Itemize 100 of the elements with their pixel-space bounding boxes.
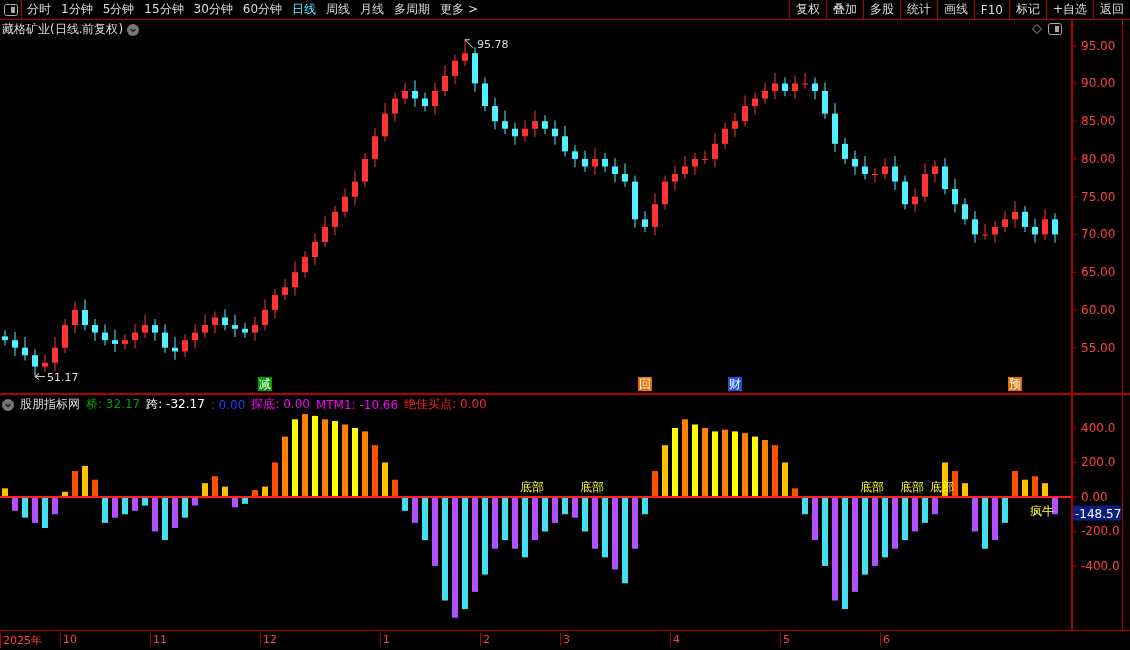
candlestick — [312, 233, 318, 266]
indicator-bar — [742, 433, 748, 497]
candlestick — [232, 313, 238, 338]
indicator-bar — [592, 496, 598, 549]
candlestick — [92, 318, 98, 342]
axis-label: 60.00 — [1081, 302, 1116, 317]
indicator-bar — [672, 427, 678, 497]
indicator-bar — [392, 479, 398, 497]
pointer-icon — [34, 373, 46, 381]
bottom-signal-label: 底部 — [900, 479, 924, 494]
indicator-bar — [122, 496, 128, 515]
axis-label: 400.0 — [1081, 420, 1116, 435]
indicator-bar — [212, 476, 218, 497]
period-tab[interactable]: 15分钟 — [139, 0, 189, 19]
indicator-bar — [102, 496, 108, 523]
candlestick — [942, 157, 948, 195]
candlestick — [1052, 212, 1058, 244]
indicator-bar — [602, 496, 608, 558]
stock-title: 藏格矿业(日线.前复权) — [2, 21, 124, 38]
indicator-bar — [922, 496, 928, 523]
indicator-bar — [522, 496, 528, 558]
indicator-bar — [812, 496, 818, 541]
axis-label: 80.00 — [1081, 151, 1116, 166]
indicator-bar — [282, 436, 288, 497]
candlestick — [442, 64, 448, 97]
indicator-bar — [582, 496, 588, 532]
diamond-icon[interactable] — [1032, 24, 1042, 34]
candlestick — [492, 97, 498, 130]
indicator-bar — [152, 496, 158, 532]
candlestick — [472, 46, 478, 93]
indicator-bar — [1022, 479, 1028, 497]
dropdown-icon[interactable] — [2, 398, 14, 411]
candlestick — [532, 110, 538, 138]
period-tab[interactable]: 周线 — [321, 0, 356, 19]
indicator-bar — [1002, 496, 1008, 523]
indicator-title: 股朋指标网 — [20, 396, 80, 413]
panel-toggle-icon[interactable] — [1048, 23, 1062, 35]
candlestick — [32, 348, 38, 377]
candlestick — [52, 336, 58, 372]
indicator-bar — [1032, 476, 1038, 497]
candlestick — [212, 310, 218, 334]
candlestick — [742, 95, 748, 127]
indicator-bar — [262, 486, 268, 497]
date-label: 3 — [560, 633, 570, 646]
indicator-bar — [772, 445, 778, 497]
indicator-bar — [712, 431, 718, 497]
axis-label: 200.0 — [1081, 455, 1116, 470]
candlestick — [842, 137, 848, 165]
bottom-signal-label: 底部 — [860, 479, 884, 494]
candlestick — [112, 329, 118, 353]
period-tab[interactable]: 更多 > — [435, 0, 483, 19]
candlestick — [252, 316, 258, 342]
period-tab[interactable]: 1分钟 — [56, 0, 98, 19]
indicator-bar — [532, 496, 538, 541]
candlestick — [72, 301, 78, 334]
axis-label: 90.00 — [1081, 76, 1116, 91]
indicator-bar — [952, 471, 958, 497]
dropdown-icon[interactable] — [127, 23, 140, 36]
legend-value: 探底: 0.00 — [251, 396, 310, 413]
candlestick — [152, 318, 158, 342]
period-tab[interactable]: 月线 — [355, 0, 390, 19]
indicator-bar — [892, 496, 898, 549]
indicator-bar — [62, 491, 68, 497]
indicator-bar — [822, 496, 828, 566]
candlestick — [482, 76, 488, 112]
indicator-bar — [352, 427, 358, 497]
indicator-bar — [972, 496, 978, 532]
period-tab[interactable]: 日线 — [287, 0, 322, 19]
date-label: 11 — [150, 633, 167, 646]
date-label: 5 — [780, 633, 790, 646]
candlestick — [582, 150, 588, 173]
candlestick — [1042, 208, 1048, 241]
date-label: 2 — [480, 633, 490, 646]
candlestick — [552, 119, 558, 146]
event-marker[interactable]: 财 — [728, 377, 742, 391]
indicator-bar — [912, 496, 918, 532]
indicator-bar — [182, 496, 188, 518]
indicator-bar — [372, 445, 378, 497]
indicator-bar — [422, 496, 428, 541]
period-tab[interactable]: 5分钟 — [97, 0, 140, 19]
period-tab[interactable]: 60分钟 — [237, 0, 288, 19]
candlestick — [42, 354, 48, 373]
date-label: 2025年 — [0, 633, 42, 648]
current-value-tag: -148.57 — [1073, 505, 1122, 521]
candlestick — [362, 152, 368, 188]
candlestick — [632, 175, 638, 229]
indicator-bar — [572, 496, 578, 518]
period-tab[interactable]: 30分钟 — [188, 0, 238, 19]
period-tab[interactable]: 多周期 — [389, 0, 436, 19]
signal-label: 疯牛 — [1030, 503, 1054, 518]
candlestick — [822, 82, 828, 120]
candlestick — [912, 187, 918, 214]
candlestick — [692, 152, 698, 176]
candlestick — [562, 125, 568, 158]
indicator-bar — [502, 496, 508, 541]
candlestick — [992, 220, 998, 244]
candlestick — [12, 331, 18, 357]
high-price-label: 95.78 — [477, 37, 509, 51]
candlestick — [882, 157, 888, 180]
period-tab[interactable]: 分时 — [22, 0, 56, 19]
